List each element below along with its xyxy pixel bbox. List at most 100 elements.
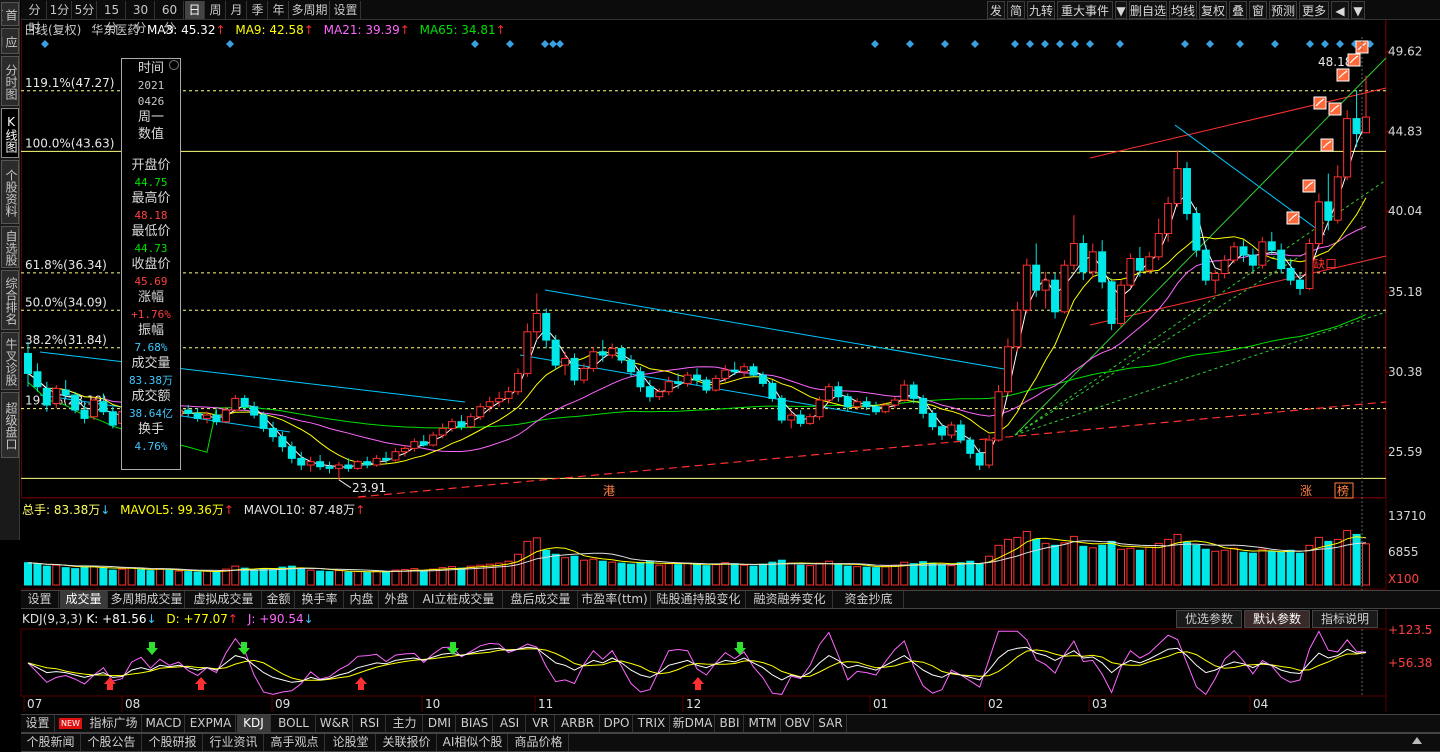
param-button-1[interactable]: 默认参数 xyxy=(1244,610,1310,628)
candle[interactable] xyxy=(1164,196,1173,242)
indicator-tab-12[interactable]: VR xyxy=(527,715,555,732)
event-marker[interactable] xyxy=(1071,40,1079,48)
indicator-tab-14[interactable]: DPO xyxy=(601,715,633,732)
volume-tab-0[interactable]: 设置 xyxy=(21,591,59,608)
bottom-tab-6[interactable]: 关联报价 xyxy=(377,734,437,751)
candle[interactable] xyxy=(702,376,711,394)
candle[interactable] xyxy=(1041,271,1050,309)
candle[interactable] xyxy=(1032,243,1041,297)
candle[interactable] xyxy=(956,420,965,444)
candle[interactable] xyxy=(24,341,32,387)
candle[interactable] xyxy=(815,396,824,421)
event-marker[interactable] xyxy=(1026,40,1034,48)
candle[interactable] xyxy=(1003,338,1012,396)
candle[interactable] xyxy=(796,410,805,427)
event-marker[interactable] xyxy=(41,40,49,48)
candle[interactable] xyxy=(1013,301,1022,352)
candle[interactable] xyxy=(325,461,334,474)
candle[interactable] xyxy=(1305,238,1314,291)
candle[interactable] xyxy=(353,460,362,471)
candle[interactable] xyxy=(184,405,193,417)
event-marker[interactable] xyxy=(549,40,557,48)
candle[interactable] xyxy=(768,380,777,402)
candle[interactable] xyxy=(1220,255,1229,279)
bottom-tab-4[interactable]: 高手观点 xyxy=(265,734,325,751)
candle[interactable] xyxy=(410,438,419,452)
event-marker[interactable] xyxy=(941,40,949,48)
candle[interactable] xyxy=(1173,150,1182,207)
candle[interactable] xyxy=(636,366,645,392)
event-marker[interactable] xyxy=(1321,40,1329,48)
volume-tab-13[interactable]: 资金抄底 xyxy=(834,591,904,608)
candle[interactable] xyxy=(193,408,202,422)
indicator-tab-9[interactable]: DMI xyxy=(424,715,456,732)
candle[interactable] xyxy=(834,381,843,402)
volume-tab-10[interactable]: 市盈率(ttm) xyxy=(579,591,651,608)
event-marker[interactable] xyxy=(1116,40,1124,48)
indicator-tab-2[interactable]: MACD xyxy=(143,715,185,732)
candle[interactable] xyxy=(947,421,956,439)
bottom-tab-5[interactable]: 论股堂 xyxy=(326,734,376,751)
candle[interactable] xyxy=(419,435,428,447)
event-marker[interactable] xyxy=(1271,40,1279,48)
candle[interactable] xyxy=(570,353,579,386)
candle[interactable] xyxy=(985,435,994,469)
candle[interactable] xyxy=(561,351,570,376)
candle[interactable] xyxy=(740,363,749,379)
candle[interactable] xyxy=(749,363,758,377)
candle[interactable] xyxy=(551,335,560,371)
candle[interactable] xyxy=(664,376,673,396)
volume-tab-2[interactable]: 多周期成交量 xyxy=(109,591,185,608)
candle[interactable] xyxy=(645,380,654,402)
candle[interactable] xyxy=(919,395,928,419)
candle[interactable] xyxy=(542,308,551,349)
indicator-tab-20[interactable]: SAR xyxy=(815,715,847,732)
candle[interactable] xyxy=(523,323,532,377)
candle[interactable] xyxy=(212,410,221,426)
candle[interactable] xyxy=(721,365,730,382)
signal-icon[interactable] xyxy=(1347,53,1361,67)
candle[interactable] xyxy=(1060,260,1069,314)
indicator-tab-7[interactable]: RSI xyxy=(354,715,386,732)
bottom-tab-7[interactable]: AI相似个股 xyxy=(438,734,508,751)
signal-icon[interactable] xyxy=(1286,211,1300,225)
event-marker[interactable] xyxy=(541,40,549,48)
candle[interactable] xyxy=(900,380,909,402)
candle[interactable] xyxy=(787,411,796,429)
candle[interactable] xyxy=(909,381,918,404)
candle[interactable] xyxy=(1201,245,1210,286)
param-button-0[interactable]: 优选参数 xyxy=(1176,610,1242,628)
candle[interactable] xyxy=(513,368,522,396)
candle[interactable] xyxy=(1230,241,1239,264)
indicator-tab-17[interactable]: BBI xyxy=(716,715,744,732)
candle[interactable] xyxy=(1145,251,1154,274)
signal-icon[interactable] xyxy=(1320,138,1334,152)
candle[interactable] xyxy=(1107,278,1116,331)
candle[interactable] xyxy=(1126,253,1135,289)
candle[interactable] xyxy=(259,411,268,432)
candle[interactable] xyxy=(994,385,1003,442)
bottom-tab-2[interactable]: 个股研报 xyxy=(143,734,203,751)
event-marker[interactable] xyxy=(226,40,234,48)
candle[interactable] xyxy=(975,448,984,471)
volume-tab-8[interactable]: AI立桩成交量 xyxy=(415,591,503,608)
indicator-tab-6[interactable]: W&R xyxy=(317,715,353,732)
indicator-tab-18[interactable]: MTM xyxy=(745,715,781,732)
event-marker[interactable] xyxy=(1306,40,1314,48)
candle[interactable] xyxy=(429,431,438,447)
candle[interactable] xyxy=(1248,248,1257,272)
indicator-tab-16[interactable]: 新DMA xyxy=(671,715,715,732)
volume-tab-4[interactable]: 金额 xyxy=(263,591,295,608)
indicator-tab-19[interactable]: OBV xyxy=(782,715,814,732)
candle[interactable] xyxy=(966,436,975,459)
bottom-tab-3[interactable]: 行业资讯 xyxy=(204,734,264,751)
event-marker[interactable] xyxy=(556,40,564,48)
candle[interactable] xyxy=(89,396,98,421)
candle[interactable] xyxy=(1069,215,1078,271)
candle[interactable] xyxy=(1051,273,1060,319)
indicator-tab-4[interactable]: KDJ xyxy=(237,715,271,732)
candle[interactable] xyxy=(1117,280,1126,327)
candle[interactable] xyxy=(495,391,504,407)
bottom-tab-1[interactable]: 个股公告 xyxy=(82,734,142,751)
indicator-tab-8[interactable]: 主力 xyxy=(387,715,423,732)
